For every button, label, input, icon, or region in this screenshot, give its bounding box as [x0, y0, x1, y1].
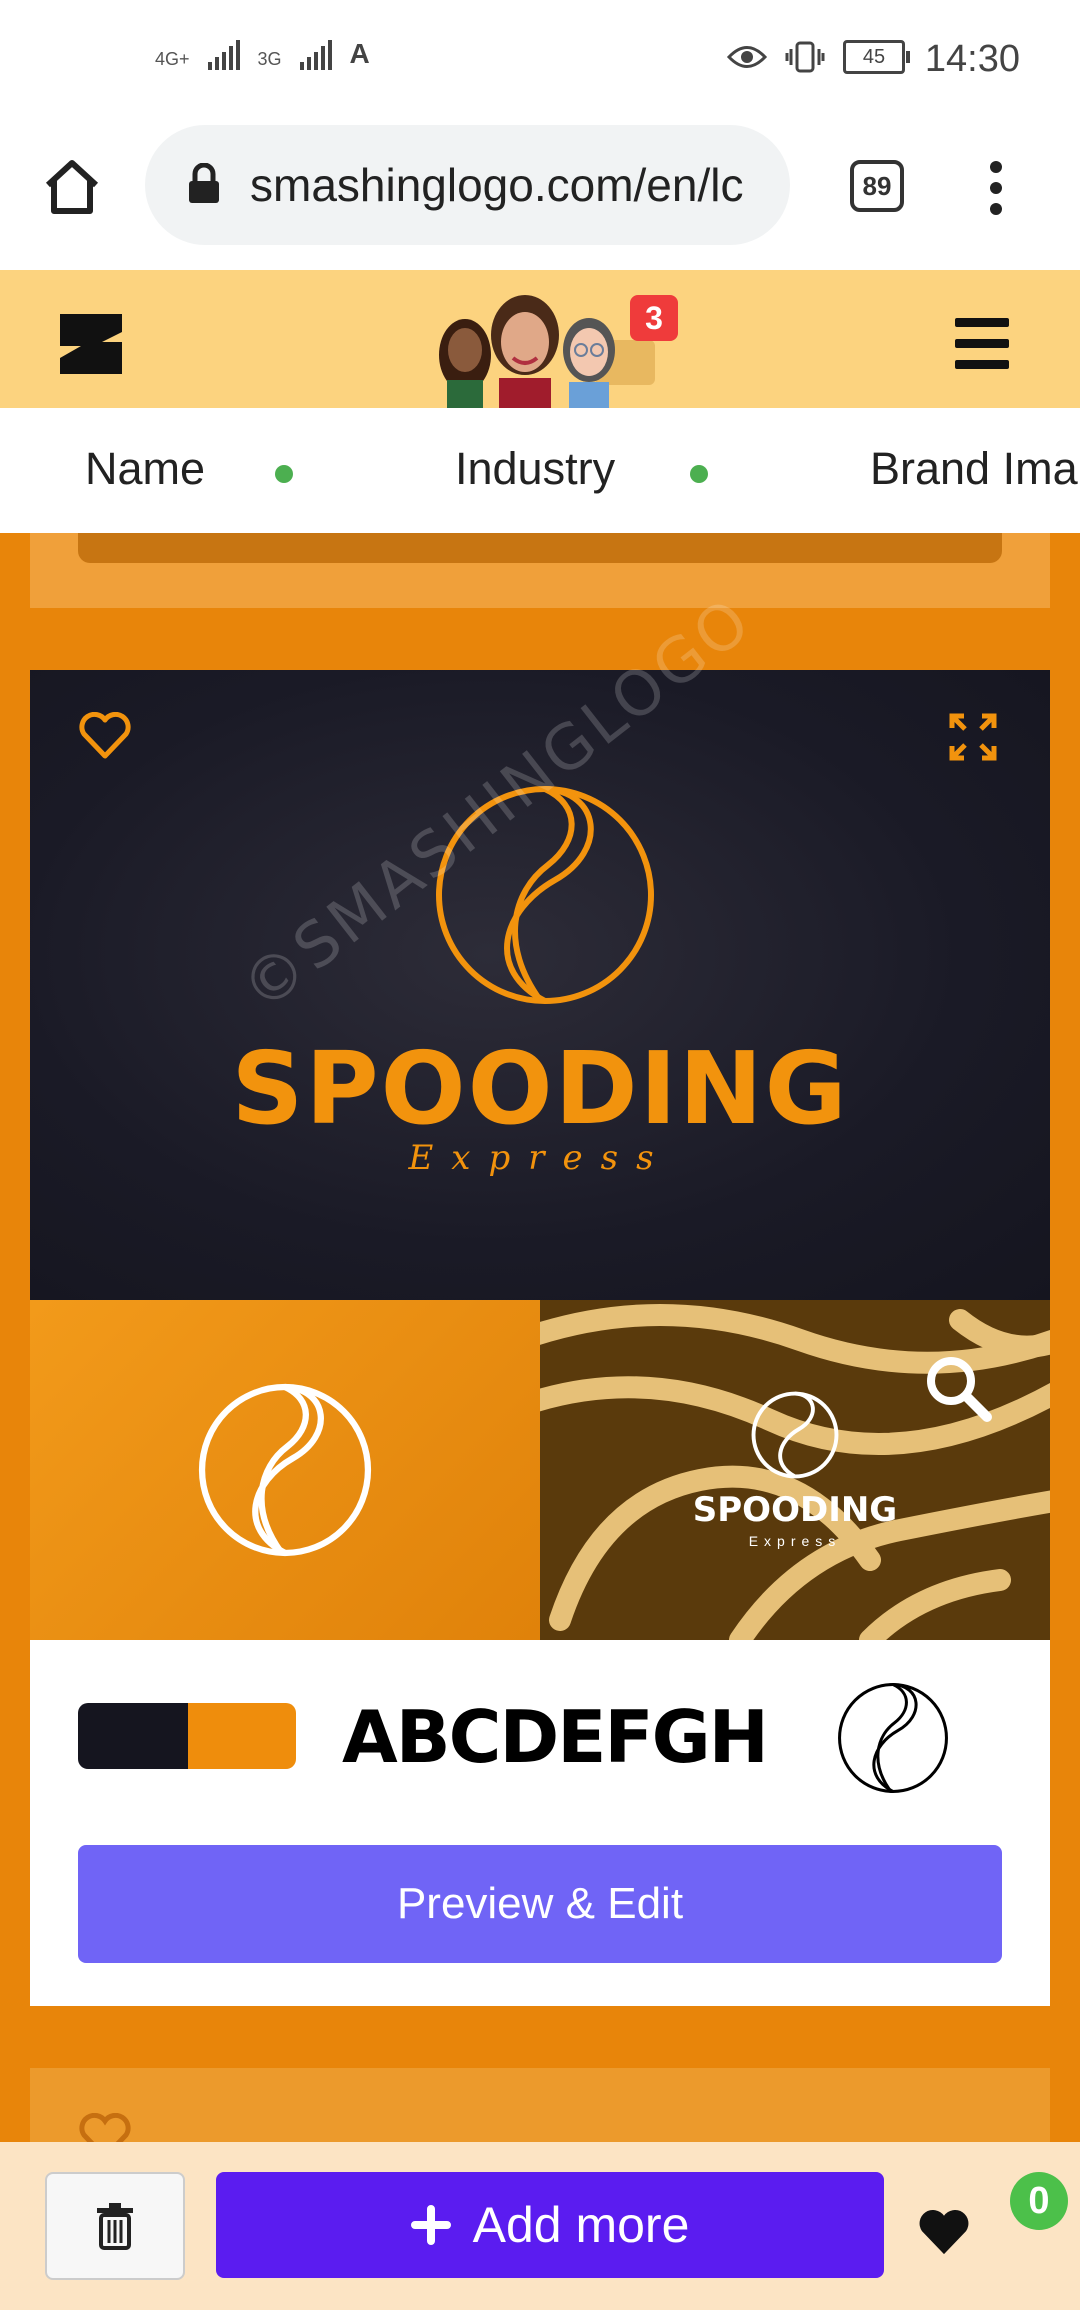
expand-icon[interactable] — [948, 712, 998, 762]
designers-avatars[interactable] — [425, 290, 665, 408]
network-indicators: 4G+ 3G A — [155, 38, 370, 70]
symbol-on-orange-tile[interactable] — [30, 1300, 540, 1640]
mockup-symbol — [751, 1391, 839, 1479]
brand-name: SPOODING — [231, 1030, 849, 1147]
step-industry-complete-dot — [690, 465, 708, 483]
previous-logo-card — [30, 533, 1050, 608]
network-4g-label: 4G+ — [155, 49, 190, 69]
more-options-icon[interactable] — [985, 160, 1007, 216]
trash-icon — [97, 2203, 133, 2250]
mockup-tagline: Express — [748, 1533, 842, 1549]
address-bar[interactable]: smashinglogo.com/en/lc — [145, 125, 790, 245]
bottom-bar: Add more 0 — [0, 2142, 1080, 2310]
delete-button[interactable] — [45, 2172, 185, 2280]
battery-icon: 45 — [843, 40, 910, 74]
mockup-brand-name: SPOODING — [692, 1490, 898, 1530]
clock: 14:30 — [924, 38, 1020, 80]
signal-icon-2 — [299, 40, 332, 70]
signal-icon — [207, 40, 240, 70]
brand-mockup-tile[interactable]: SPOODING Express — [540, 1300, 1050, 1640]
color-palette — [78, 1703, 296, 1769]
brand-tagline: Express — [408, 1138, 672, 1178]
add-more-button[interactable]: Add more — [216, 2172, 884, 2278]
vibrate-icon — [785, 41, 825, 73]
hamburger-menu-icon[interactable] — [955, 318, 1009, 370]
palette-color-dark — [78, 1703, 188, 1769]
logo-preview[interactable]: ©SMASHINGLOGO SPOODING Express — [30, 582, 1050, 1300]
symbol-outline-icon — [838, 1683, 948, 1793]
battery-level: 45 — [862, 45, 886, 68]
heart-outline-icon[interactable] — [78, 712, 132, 760]
network-3g-label: 3G — [257, 49, 282, 69]
search-icon[interactable] — [925, 1355, 993, 1423]
status-icons: 45 — [727, 40, 910, 74]
browser-toolbar: smashinglogo.com/en/lc 89 — [0, 125, 1080, 270]
preview-edit-button[interactable]: Preview & Edit — [78, 1845, 1002, 1963]
status-bar: 4G+ 3G A 45 14:30 — [0, 0, 1080, 125]
smashinglogo-logo[interactable] — [58, 312, 124, 376]
tab-count-button[interactable]: 89 — [850, 160, 904, 212]
data-saver-icon: A — [349, 38, 370, 69]
avatar-group-icon — [439, 295, 655, 408]
steps-nav: Name Industry Brand Ima — [0, 408, 1080, 533]
brand-symbol-white — [198, 1383, 372, 1557]
home-icon[interactable] — [42, 157, 102, 215]
lock-icon — [189, 163, 219, 203]
favorites-count-badge[interactable]: 0 — [1010, 2172, 1068, 2230]
plus-icon — [410, 2205, 451, 2245]
heart-filled-icon[interactable] — [918, 2210, 970, 2256]
font-sample: ABCDEFGH — [342, 1695, 769, 1779]
step-brand-image[interactable]: Brand Ima — [870, 443, 1078, 495]
previous-card-button[interactable] — [78, 533, 1002, 563]
add-more-label: Add more — [472, 2197, 690, 2253]
url-text[interactable]: smashinglogo.com/en/lc — [250, 158, 770, 212]
site-header: 3 — [0, 270, 1080, 410]
palette-color-orange — [188, 1703, 296, 1769]
notification-badge[interactable]: 3 — [630, 295, 678, 341]
step-industry[interactable]: Industry — [455, 443, 615, 495]
step-name[interactable]: Name — [85, 443, 205, 495]
eye-icon — [727, 46, 767, 68]
step-name-complete-dot — [275, 465, 293, 483]
logo-card: ©SMASHINGLOGO SPOODING Express SPOODING — [30, 582, 1050, 2006]
